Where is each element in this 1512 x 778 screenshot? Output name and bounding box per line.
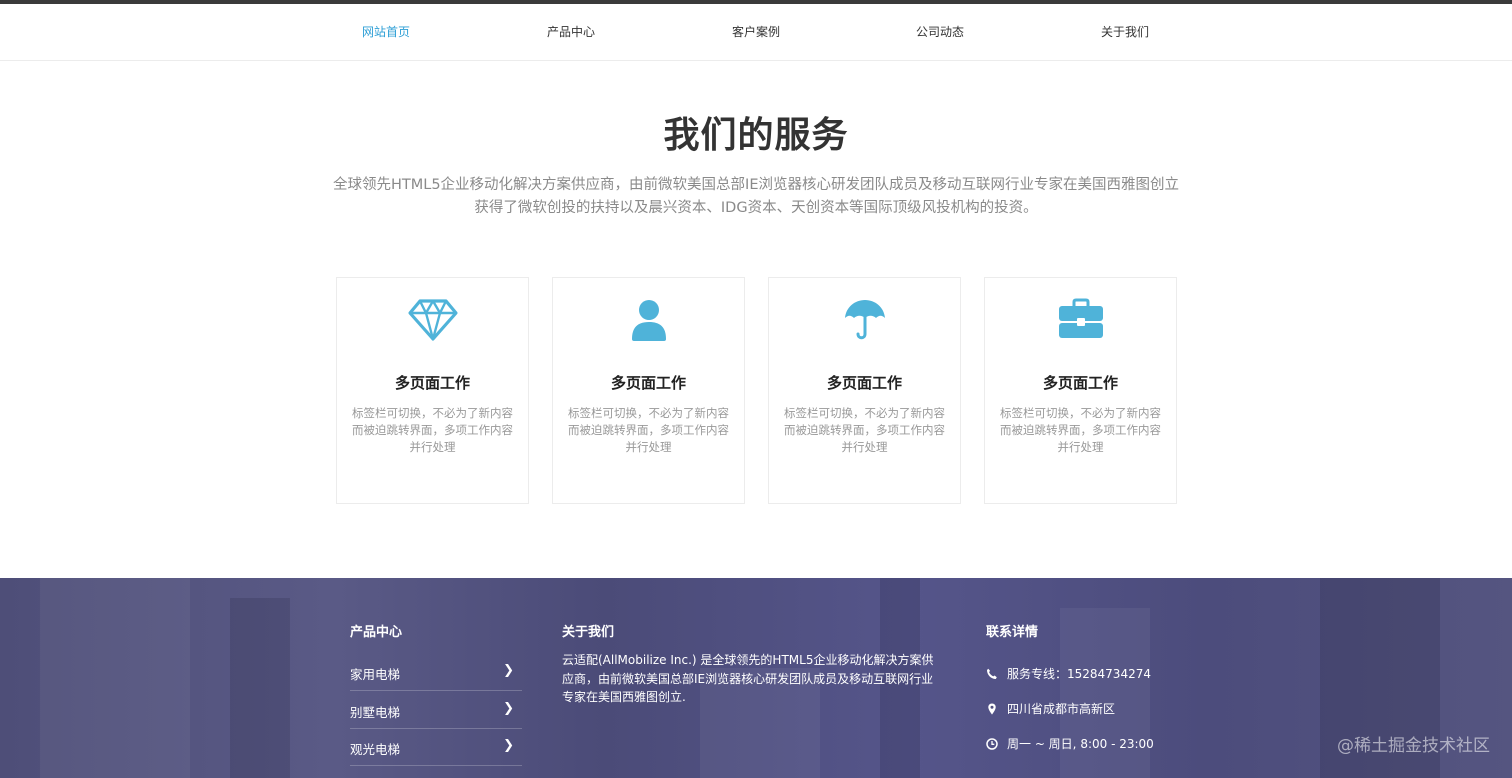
diamond-icon (337, 298, 528, 348)
footer-about-heading: 关于我们 (562, 625, 615, 640)
service-card-title: 多页面工作 (826, 374, 902, 392)
services-title: 我们的服务 (663, 115, 849, 156)
footer-link-label: 家用电梯 (350, 667, 401, 682)
footer-bg-shape (40, 578, 190, 778)
nav-item-products[interactable]: 产品中心 (501, 4, 641, 61)
service-card-title: 多页面工作 (394, 374, 470, 392)
nav-item-news[interactable]: 公司动态 (870, 4, 1010, 61)
service-card-desc: 标签栏可切换，不必为了新内容而被迫跳转界面，多项工作内容并行处理 (352, 406, 513, 454)
footer-contact-heading: 联系详情 (986, 625, 1039, 640)
nav-item-home[interactable]: 网站首页 (316, 4, 456, 61)
nav-item-cases[interactable]: 客户案例 (686, 4, 826, 61)
footer-link-label: 观光电梯 (350, 742, 401, 757)
chevron-right-icon: ❯ (503, 738, 514, 753)
service-card-title: 多页面工作 (1042, 374, 1118, 392)
footer-bg-shape (230, 598, 290, 778)
watermark: @稀土掘金技术社区 (1337, 736, 1490, 756)
service-card: 多页面工作 标签栏可切换，不必为了新内容而被迫跳转界面，多项工作内容并行处理 (552, 277, 745, 504)
footer-products-heading: 产品中心 (350, 625, 403, 640)
contact-hours-text: 周一 ~ 周日, 8:00 - 23:00 (1007, 737, 1154, 751)
footer-link-label: 别墅电梯 (350, 705, 401, 720)
service-card-desc: 标签栏可切换，不必为了新内容而被迫跳转界面，多项工作内容并行处理 (1000, 406, 1161, 454)
footer-link-villa-elevator[interactable]: 别墅电梯 ❯ (350, 692, 522, 729)
footer: 产品中心 家用电梯 ❯ 别墅电梯 ❯ 观光电梯 ❯ 关于我们 云适配(AllMo… (0, 578, 1512, 778)
services-intro-line1: 全球领先HTML5企业移动化解决方案供应商，由前微软美国总部IE浏览器核心研发团… (332, 177, 1179, 193)
service-card-title: 多页面工作 (610, 374, 686, 392)
services-intro-line2: 获得了微软创投的扶持以及晨兴资本、IDG资本、天创资本等国际顶级风投机构的投资。 (474, 200, 1038, 216)
umbrella-icon (769, 298, 960, 348)
footer-bg-shape (1060, 608, 1150, 778)
phone-icon (987, 668, 997, 679)
chevron-right-icon: ❯ (503, 701, 514, 716)
service-card-desc: 标签栏可切换，不必为了新内容而被迫跳转界面，多项工作内容并行处理 (784, 406, 945, 454)
service-card-desc: 标签栏可切换，不必为了新内容而被迫跳转界面，多项工作内容并行处理 (568, 406, 729, 454)
services-intro: 全球领先HTML5企业移动化解决方案供应商，由前微软美国总部IE浏览器核心研发团… (306, 174, 1206, 220)
clock-icon (986, 738, 998, 750)
nav-item-about[interactable]: 关于我们 (1055, 4, 1195, 61)
service-card: 多页面工作 标签栏可切换，不必为了新内容而被迫跳转界面，多项工作内容并行处理 (336, 277, 529, 504)
service-card: 多页面工作 标签栏可切换，不必为了新内容而被迫跳转界面，多项工作内容并行处理 (768, 277, 961, 504)
briefcase-icon (985, 298, 1176, 348)
footer-link-sightseeing-elevator[interactable]: 观光电梯 ❯ (350, 729, 522, 766)
user-icon (553, 298, 744, 348)
map-marker-icon (988, 703, 996, 715)
contact-address-text: 四川省成都市高新区 (1007, 702, 1116, 716)
footer-link-home-elevator[interactable]: 家用电梯 ❯ (350, 654, 522, 691)
chevron-right-icon: ❯ (503, 663, 514, 678)
contact-phone-text: 服务专线：15284734274 (1007, 667, 1151, 681)
service-card: 多页面工作 标签栏可切换，不必为了新内容而被迫跳转界面，多项工作内容并行处理 (984, 277, 1177, 504)
main-nav: 网站首页 产品中心 客户案例 公司动态 关于我们 (0, 4, 1512, 61)
footer-about-text: 云适配(AllMobilize Inc.) 是全球领先的HTML5企业移动化解决… (562, 653, 934, 704)
